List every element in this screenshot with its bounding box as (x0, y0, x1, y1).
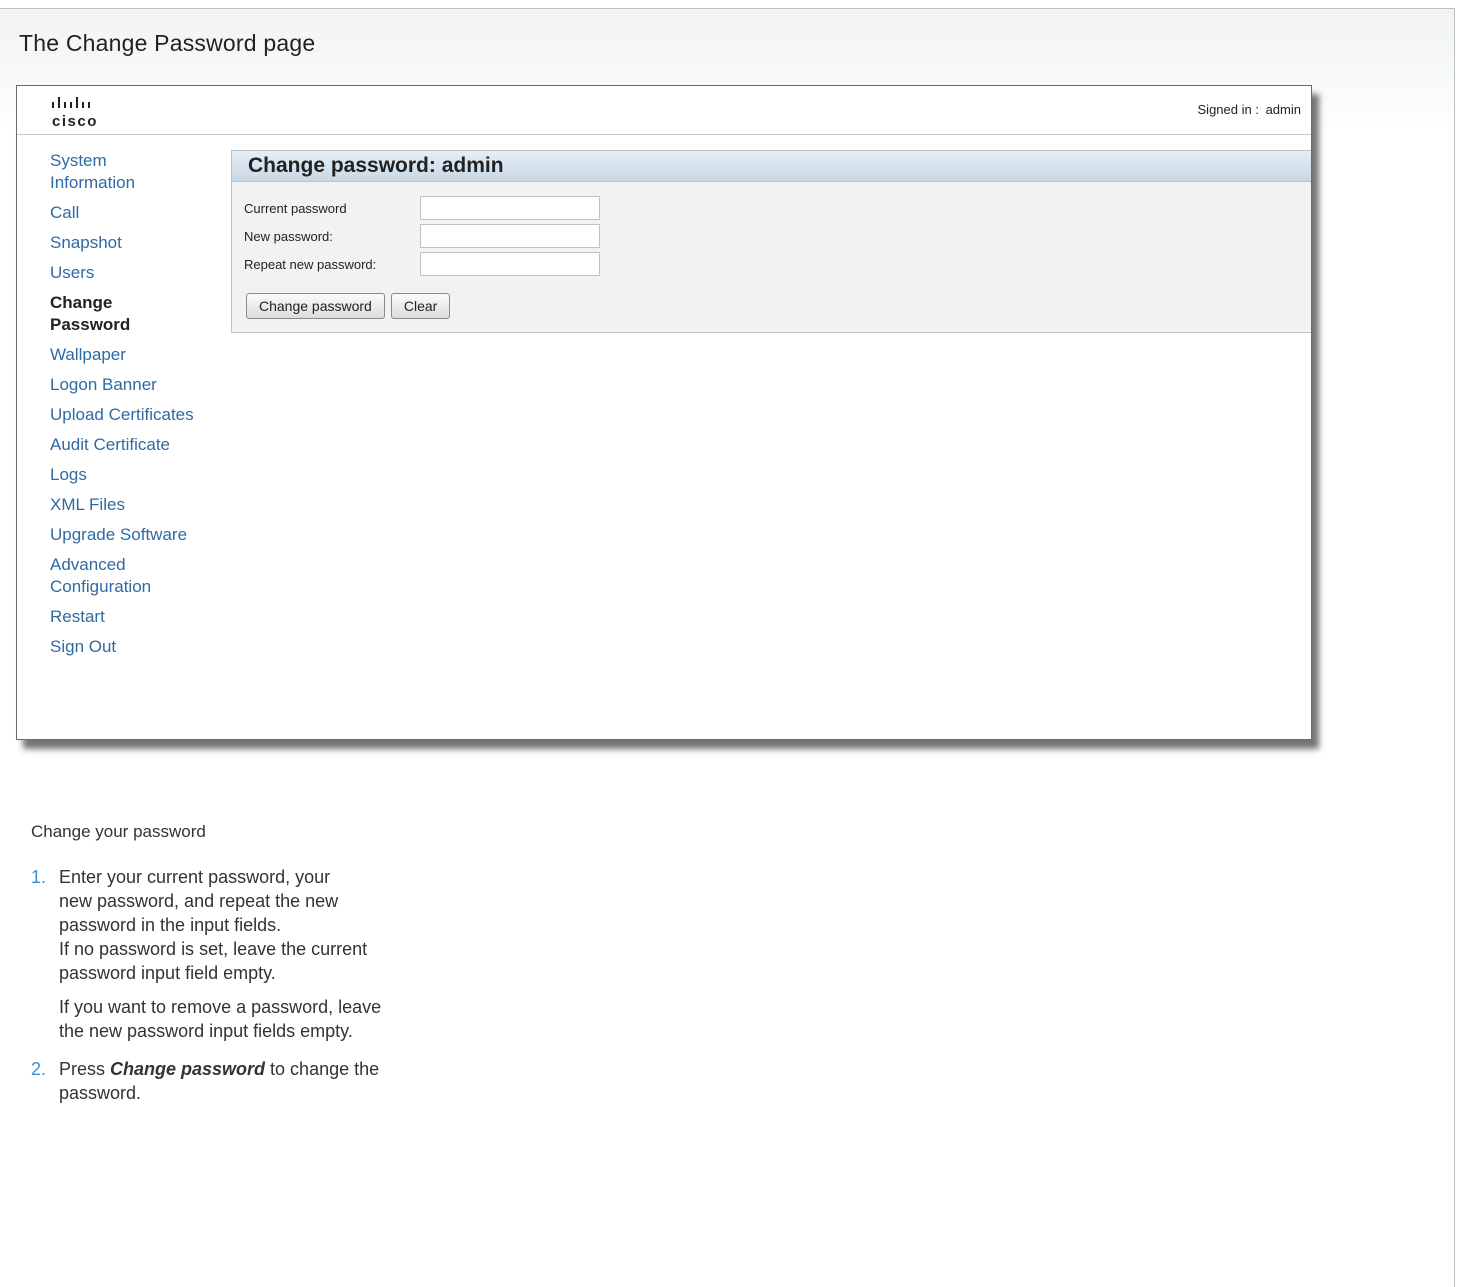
nav-item-wallpaper[interactable]: Wallpaper (50, 344, 220, 366)
new-password-label: New password: (244, 229, 333, 244)
step-2-number: 2. (31, 1059, 47, 1079)
nav-item-audit-certificate[interactable]: Audit Certificate (50, 434, 220, 456)
cisco-bridge-icon (52, 97, 90, 108)
cisco-logo: cisco (50, 92, 120, 132)
step-1-line: password input field empty. (59, 963, 276, 983)
nav-item-logon-banner[interactable]: Logon Banner (50, 374, 220, 396)
panel-title: Change password: admin (232, 151, 1311, 182)
app-header: cisco Signed in : admin (17, 86, 1311, 135)
current-password-input[interactable] (420, 196, 600, 220)
step-2-text: Press Change password to change the pass… (59, 1057, 461, 1105)
screenshot-window: cisco Signed in : admin System Informati… (16, 85, 1312, 740)
signed-in-status: Signed in : admin (1198, 102, 1301, 117)
repeat-password-label: Repeat new password: (244, 257, 377, 272)
nav-item-advanced-configuration[interactable]: Advanced Configuration (50, 554, 160, 598)
step-2-line2: password. (59, 1083, 142, 1103)
step-1-line: password in the input fields. (59, 915, 282, 935)
nav-item-sign-out[interactable]: Sign Out (50, 636, 220, 658)
nav-item-call[interactable]: Call (50, 202, 220, 224)
nav-item-users[interactable]: Users (50, 262, 220, 284)
nav-item-system-information[interactable]: System Information (50, 150, 160, 194)
instructions-heading: Change your password (31, 822, 206, 841)
step-2-suffix: to change the (265, 1059, 380, 1079)
step-1: 1. Enter your current password, your new… (31, 865, 461, 1043)
cisco-wordmark: cisco (52, 113, 98, 130)
step-2-emphasis: Change password (110, 1059, 266, 1079)
nav-item-logs[interactable]: Logs (50, 464, 220, 486)
signed-in-user: admin (1265, 102, 1301, 117)
change-password-panel: Change password: admin Current password … (231, 150, 1311, 333)
nav-item-upload-certificates[interactable]: Upload Certificates (50, 404, 220, 426)
instructions: Change your password 1. Enter your curre… (31, 822, 461, 1105)
signed-in-label: Signed in : (1197, 102, 1259, 117)
clear-button[interactable]: Clear (390, 293, 451, 319)
step-1-note-line: the new password input fields empty. (59, 1021, 353, 1041)
new-password-row: New password: (232, 222, 1311, 250)
repeat-password-row: Repeat new password: (232, 250, 1311, 278)
nav-item-upgrade-software[interactable]: Upgrade Software (50, 524, 220, 546)
new-password-input[interactable] (420, 224, 600, 248)
nav-item-restart[interactable]: Restart (50, 606, 220, 628)
step-1-text: Enter your current password, your new pa… (59, 865, 461, 985)
step-1-note: If you want to remove a password, leave … (59, 995, 461, 1043)
nav-item-snapshot[interactable]: Snapshot (50, 232, 220, 254)
nav-item-xml-files[interactable]: XML Files (50, 494, 220, 516)
step-1-line: Enter your current password, your (59, 867, 331, 887)
step-2-prefix: Press (59, 1059, 111, 1079)
step-1-note-line: If you want to remove a password, leave (59, 997, 382, 1017)
step-2: 2. Press Change password to change the p… (31, 1057, 461, 1105)
sidebar-nav: System Information Call Snapshot Users C… (50, 150, 220, 666)
form-buttons: Change password Clear (246, 293, 456, 319)
repeat-password-input[interactable] (420, 252, 600, 276)
current-password-row: Current password (232, 194, 1311, 222)
step-1-line: If no password is set, leave the current (59, 939, 368, 959)
nav-item-change-password[interactable]: Change Password (50, 292, 160, 336)
current-password-label: Current password (244, 201, 347, 216)
change-password-button[interactable]: Change password (246, 293, 385, 319)
document-title: The Change Password page (19, 30, 316, 56)
step-1-line: new password, and repeat the new (59, 891, 339, 911)
step-1-number: 1. (31, 867, 47, 887)
